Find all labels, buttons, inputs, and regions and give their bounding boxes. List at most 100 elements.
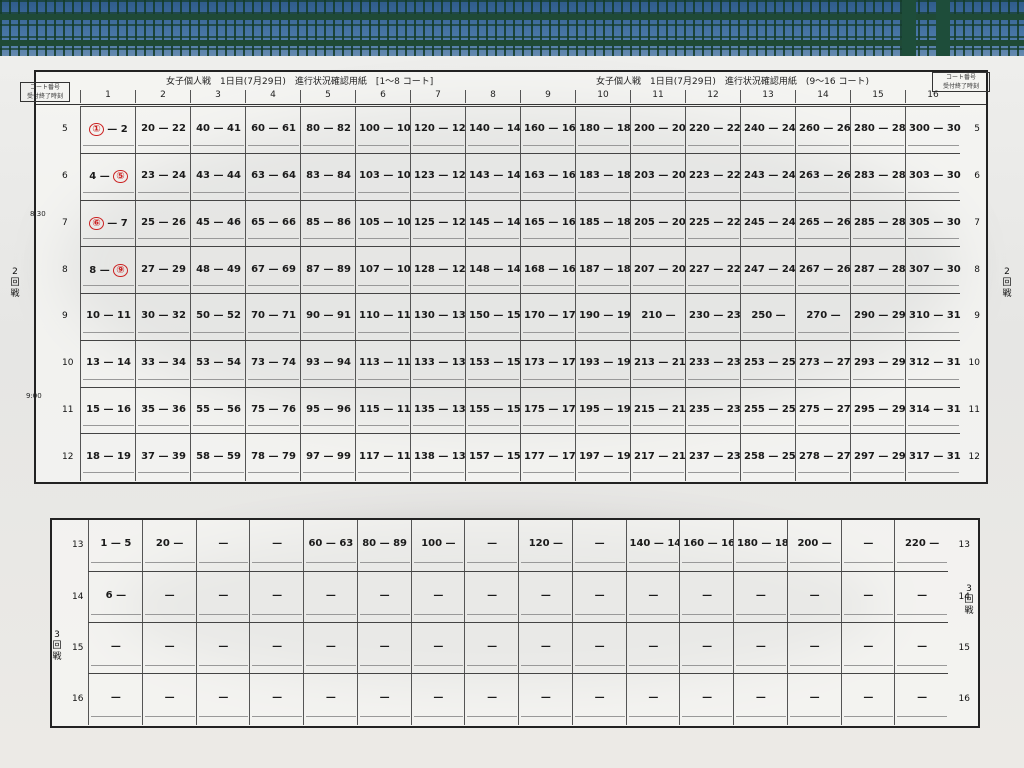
match-cell: — — [571, 623, 627, 674]
match-pair: 117 — 119 — [359, 450, 411, 462]
result-line — [413, 285, 464, 292]
match-pair: 170 — 171 — [524, 310, 576, 322]
match-pair: — — [218, 640, 229, 652]
result-line — [193, 472, 244, 479]
match-cell: 110 — 111 — [355, 294, 411, 341]
match-cell: — — [786, 623, 842, 674]
result-line — [908, 191, 959, 199]
match-cell: — — [840, 572, 896, 623]
match-cell: 13 — 14 — [80, 340, 136, 388]
match-cell: 247 — 249 — [740, 247, 796, 294]
result-line — [523, 238, 574, 245]
match-pair: 173 — 174 — [524, 357, 576, 369]
match-pair: 263 — 264 — [799, 170, 851, 182]
match-cell: 265 — 266 — [795, 200, 851, 248]
result-line — [798, 331, 849, 339]
match-pair: 73 — 74 — [251, 357, 296, 369]
match-cell: 293 — 294 — [850, 340, 906, 388]
match-cell: — — [571, 674, 627, 725]
corner-right-text: コート番号 — [945, 74, 976, 81]
result-line — [359, 562, 410, 569]
match-pair: 237 — 239 — [689, 450, 741, 462]
match-pair: 207 — 209 — [634, 263, 686, 275]
result-line — [138, 472, 189, 479]
match-cell: 37 — 39 — [135, 434, 191, 481]
result-line — [908, 238, 959, 245]
match-cell: 283 — 284 — [850, 153, 906, 201]
result-line — [193, 191, 244, 199]
match-pair: — — [433, 691, 444, 703]
result-line — [83, 285, 134, 292]
match-pair: 133 — 134 — [414, 357, 466, 369]
court-number: 6 — [355, 90, 410, 103]
match-cell: 125 — 126 — [410, 200, 466, 248]
match-pair: — — [594, 589, 605, 601]
match-cell: 240 — 241 — [740, 107, 796, 154]
match-pair: — — [702, 640, 713, 652]
match-pair: — — [272, 640, 283, 652]
result-line — [853, 425, 904, 432]
match-cell: 245 — 246 — [740, 200, 796, 248]
match-cell: 15 — 16 — [80, 387, 136, 435]
match-cell: 53 — 54 — [190, 340, 246, 388]
result-line — [633, 425, 684, 432]
match-pair: 183 — 184 — [579, 170, 631, 182]
match-cell: 200 — 201 — [630, 107, 686, 154]
result-line — [688, 425, 739, 432]
match-pair: 225 — 226 — [689, 216, 741, 228]
match-cell: 75 — 76 — [245, 387, 301, 435]
result-line — [743, 285, 794, 292]
match-cell: 130 — 132 — [410, 294, 466, 341]
result-line — [252, 665, 302, 672]
result-line — [578, 191, 629, 199]
match-cell: — — [356, 572, 412, 623]
result-line — [413, 716, 464, 723]
result-line — [413, 331, 464, 339]
result-line — [468, 191, 519, 199]
match-cell: 207 — 209 — [630, 247, 686, 294]
match-cell: 278 — 279 — [795, 434, 851, 481]
match-cell: 10 — 11 — [80, 294, 136, 341]
match-cell: 295 — 296 — [850, 387, 906, 435]
match-pair: 305 — 306 — [909, 216, 961, 228]
match-pair: 70 — 71 — [251, 310, 296, 322]
match-cell: 117 — 119 — [355, 434, 411, 481]
match-cell: 173 — 174 — [520, 340, 576, 388]
top-progress-board: コート番号 受付終了時刻 女子個人戦 1日目(7月29日) 進行状況確認用紙 [… — [10, 70, 1012, 484]
row-number: 6 — [62, 171, 68, 182]
row-number: 15 — [958, 642, 970, 653]
match-pair: 145 — 146 — [469, 216, 521, 228]
match-cell: — — [571, 572, 627, 623]
match-row: 16 16 — — — — — — — — — — — — — — — — — [72, 673, 970, 725]
match-cell: 143 — 144 — [465, 153, 521, 201]
match-cell: 190 — 192 — [575, 294, 631, 341]
row-number: 10 — [62, 358, 74, 369]
match-pair: 280 — 281 — [854, 123, 906, 135]
court-number: 3 — [190, 90, 245, 103]
fence — [0, 0, 1024, 62]
result-line — [468, 331, 519, 339]
match-cell: 97 — 99 — [300, 434, 356, 481]
court-number: 13 — [740, 90, 795, 103]
match-cell: 290 — 292 — [850, 294, 906, 341]
match-pair: — — [648, 691, 659, 703]
match-pair: 6 — — [105, 589, 127, 601]
match-pair: 205 — 206 — [634, 216, 686, 228]
match-pair: — — [164, 640, 175, 652]
match-pair: — — [648, 589, 659, 601]
result-line — [413, 378, 464, 386]
result-line — [193, 331, 244, 339]
match-cell: 133 — 134 — [410, 340, 466, 388]
row-number: 15 — [72, 642, 84, 653]
match-cell: ⑥ — 7 — [80, 200, 136, 248]
match-pair: 155 — 156 — [469, 403, 521, 415]
match-cell: 213 — 214 — [630, 340, 686, 388]
match-cell: — — [679, 674, 734, 725]
result-line — [358, 285, 409, 292]
match-pair: — — [433, 589, 444, 601]
match-pair: 285 — 286 — [854, 216, 906, 228]
match-cell: — — [679, 623, 734, 674]
match-grid-round3: 13 13 1 — 5 20 — — — 60 — 63 80 — 89 100 — — 120 —… — [72, 520, 970, 725]
round3-label-right: 3回戦 — [964, 584, 974, 616]
match-pair: 165 — 166 — [524, 216, 576, 228]
